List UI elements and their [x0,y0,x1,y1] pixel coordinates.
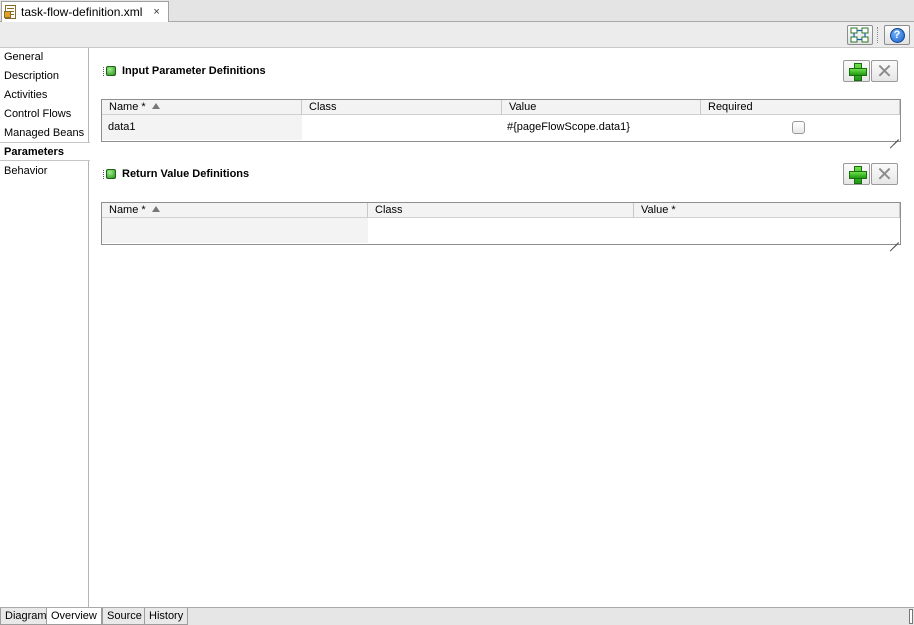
column-header-value[interactable]: Value [502,100,701,115]
sort-ascending-icon [151,206,160,212]
empty-name-cell [102,218,368,243]
nav-item-parameters[interactable]: Parameters [0,142,90,161]
nav-item-control-flows[interactable]: Control Flows [0,105,89,124]
parameters-panel: Input Parameter Definitions ✕ Name * Cla… [89,48,914,608]
toolbar-separator [877,27,878,43]
flow-diagram-icon [850,27,869,43]
table-row[interactable]: data1 #{pageFlowScope.data1} [102,115,900,140]
parameter-cube-icon [103,65,118,78]
nav-item-general[interactable]: General [0,48,89,67]
cell-name[interactable]: data1 [102,115,302,140]
column-header-name[interactable]: Name * [102,100,302,115]
tab-history[interactable]: History [144,608,189,625]
diagram-layout-button[interactable] [847,25,873,45]
column-header-class[interactable]: Class [368,203,634,218]
close-tab-icon[interactable]: × [153,6,159,18]
empty-table-area[interactable] [102,218,900,243]
delete-icon: ✕ [876,59,893,83]
required-checkbox[interactable] [792,121,805,134]
nav-item-activities[interactable]: Activities [0,86,89,105]
help-icon: ? [889,27,905,43]
xml-file-icon [4,4,18,20]
parameter-cube-icon [103,168,118,181]
column-header-required[interactable]: Required [701,100,900,115]
tab-source[interactable]: Source [102,608,147,625]
table-header: Name * Class Value Required [102,100,900,115]
delete-icon: ✕ [876,162,893,186]
add-icon [848,63,867,81]
editor-tab-bar: task-flow-definition.xml × [0,0,914,22]
add-icon [848,166,867,184]
editor-bottom-tabs: Diagram Overview Source History [0,607,914,625]
help-button[interactable]: ? [884,25,910,45]
resize-grip-icon[interactable] [889,130,899,140]
delete-input-parameter-button[interactable]: ✕ [871,60,898,82]
delete-return-value-button[interactable]: ✕ [871,163,898,185]
tab-diagram[interactable]: Diagram [0,608,52,625]
resize-grip-icon[interactable] [889,233,899,243]
sort-ascending-icon [151,103,160,109]
add-input-parameter-button[interactable] [843,60,870,82]
add-return-value-button[interactable] [843,163,870,185]
column-header-class[interactable]: Class [302,100,502,115]
tab-overview[interactable]: Overview [46,608,102,625]
overview-nav: General Description Activities Control F… [0,48,90,608]
input-parameters-header: Input Parameter Definitions [103,62,266,80]
input-parameters-title: Input Parameter Definitions [122,65,266,77]
editor-tab-task-flow-definition[interactable]: task-flow-definition.xml × [1,1,169,22]
overview-toolbar: ? [0,22,914,48]
nav-item-behavior[interactable]: Behavior [0,162,89,181]
cell-value[interactable]: #{pageFlowScope.data1} [501,115,701,140]
table-header: Name * Class Value * [102,203,900,218]
nav-item-description[interactable]: Description [0,67,89,86]
nav-item-managed-beans[interactable]: Managed Beans [0,124,89,143]
editor-window: task-flow-definition.xml × ? General Des… [0,0,914,625]
return-values-table: Name * Class Value * [101,202,901,245]
editor-tab-title: task-flow-definition.xml [21,5,143,19]
bottom-bar-handle [909,609,913,624]
return-values-title: Return Value Definitions [122,168,250,180]
input-parameters-table: Name * Class Value Required data1 #{page… [101,99,901,142]
return-values-header: Return Value Definitions [103,165,249,183]
column-header-value[interactable]: Value * [634,203,900,218]
column-header-name[interactable]: Name * [102,203,368,218]
cell-class[interactable] [302,115,502,140]
